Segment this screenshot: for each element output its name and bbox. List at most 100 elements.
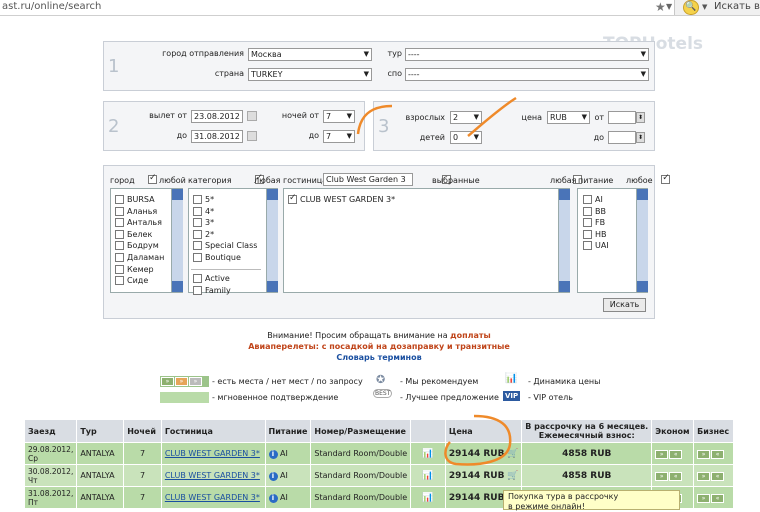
meal-item[interactable]: UAI xyxy=(583,240,609,252)
city-any-checkbox[interactable] xyxy=(148,173,157,184)
category-item[interactable]: 3* xyxy=(193,217,257,229)
city-item[interactable]: Анталья xyxy=(115,217,164,229)
hotel-list-scrollbar[interactable] xyxy=(558,189,570,292)
category-item[interactable]: 4* xyxy=(193,206,257,218)
category-item[interactable]: Special Class xyxy=(193,240,257,252)
tour-select[interactable]: ---- ▼ xyxy=(405,48,649,61)
econom-arrow-icon[interactable]: » xyxy=(655,471,669,481)
city-item[interactable]: Кемер xyxy=(115,264,164,276)
econom-arrow-icon[interactable]: » xyxy=(655,449,669,459)
hotel-link[interactable]: CLUB WEST GARDEN 3* xyxy=(165,493,260,502)
surcharges-link[interactable]: доплаты xyxy=(450,331,491,340)
econom-back-icon[interactable]: « xyxy=(669,471,683,481)
col-nights[interactable]: Ночей xyxy=(123,419,162,443)
business-back-icon[interactable]: « xyxy=(711,449,725,459)
cart-icon[interactable]: 🛒 xyxy=(507,471,518,481)
meal-list-scrollbar[interactable] xyxy=(636,189,648,292)
search-button[interactable]: Искать xyxy=(603,298,646,312)
city-item[interactable]: BURSA xyxy=(115,194,164,206)
business-back-icon[interactable]: « xyxy=(711,493,725,503)
city-list-scrollbar[interactable] xyxy=(171,189,183,292)
address-bar[interactable]: ast.ru/online/search xyxy=(0,0,675,15)
city-checkbox[interactable] xyxy=(115,206,124,216)
category-checkbox[interactable] xyxy=(193,206,202,216)
hotel-search-input[interactable]: Club West Garden 3 xyxy=(323,173,413,186)
business-arrow-icon[interactable]: » xyxy=(697,471,711,481)
col-hotel[interactable]: Гостиница xyxy=(160,419,266,443)
city-checkbox[interactable] xyxy=(115,264,124,274)
price-chart-icon[interactable]: 📊 xyxy=(422,449,433,459)
currency-select[interactable]: RUB ▼ xyxy=(547,111,590,124)
flights-link[interactable]: Авиаперелеты: с посадкой на дозаправку и… xyxy=(248,342,510,351)
calendar-icon[interactable] xyxy=(247,131,257,141)
departure-to-input[interactable]: 31.08.2012 xyxy=(191,130,243,143)
category-checkbox[interactable] xyxy=(193,252,202,262)
meal-checkbox[interactable] xyxy=(583,229,592,239)
meal-item[interactable]: BB xyxy=(583,206,609,218)
category-extra-checkbox[interactable] xyxy=(193,285,202,295)
spo-select[interactable]: ---- ▼ xyxy=(405,68,649,81)
info-icon[interactable]: i xyxy=(268,471,278,481)
info-icon[interactable]: i xyxy=(268,449,278,459)
price-to-stepper[interactable]: ⬍ xyxy=(636,132,645,143)
meal-checkbox[interactable] xyxy=(583,241,592,251)
meal-checkbox[interactable] xyxy=(583,206,592,216)
city-item[interactable]: Даламан xyxy=(115,252,164,264)
city-checkbox[interactable] xyxy=(115,218,124,228)
meal-checkbox[interactable] xyxy=(583,218,592,228)
meal-checkbox[interactable] xyxy=(583,195,592,204)
city-item[interactable]: Аланья xyxy=(115,206,164,218)
hotel-link[interactable]: CLUB WEST GARDEN 3* xyxy=(165,449,260,458)
col-room[interactable]: Номер/Размещение xyxy=(310,419,412,443)
city-checkbox[interactable] xyxy=(115,195,124,204)
business-arrow-icon[interactable]: » xyxy=(697,449,711,459)
city-checkbox[interactable] xyxy=(115,229,124,239)
calendar-icon[interactable] xyxy=(247,111,257,121)
country-select[interactable]: TURKEY ▼ xyxy=(248,68,372,81)
econom-back-icon[interactable]: « xyxy=(669,449,683,459)
meal-any-checkbox[interactable] xyxy=(661,173,671,184)
category-extra-checkbox[interactable] xyxy=(193,274,202,283)
category-checkbox[interactable] xyxy=(193,241,202,251)
glossary-link[interactable]: Словарь терминов xyxy=(336,353,421,362)
search-engine-icon[interactable]: 🔍 xyxy=(683,0,699,15)
meal-item[interactable]: AI xyxy=(583,194,609,206)
category-item[interactable]: 2* xyxy=(193,229,257,241)
category-extra-item[interactable]: Family xyxy=(193,285,231,297)
hotel-checkbox[interactable] xyxy=(288,193,297,204)
meal-item[interactable]: HB xyxy=(583,229,609,241)
meal-item[interactable]: FB xyxy=(583,217,609,229)
history-dropdown-icon[interactable]: ▼ xyxy=(666,2,672,11)
city-checkbox[interactable] xyxy=(115,241,124,251)
price-from-stepper[interactable]: ⬍ xyxy=(636,112,645,123)
bookmark-star-icon[interactable]: ★ xyxy=(655,0,666,14)
price-from-input[interactable] xyxy=(608,111,636,124)
col-meal[interactable]: Питание xyxy=(264,419,312,443)
col-date[interactable]: Заезд xyxy=(23,419,78,443)
search-engine-dropdown-icon[interactable]: ▼ xyxy=(702,3,707,11)
info-icon[interactable]: i xyxy=(268,493,278,503)
category-list-scrollbar[interactable] xyxy=(266,189,278,292)
business-back-icon[interactable]: « xyxy=(711,471,725,481)
hotel-item[interactable]: CLUB WEST GARDEN 3* xyxy=(288,193,395,206)
price-to-input[interactable] xyxy=(608,131,636,144)
category-item[interactable]: 5* xyxy=(193,194,257,206)
city-item[interactable]: Белек xyxy=(115,229,164,241)
hotel-link[interactable]: CLUB WEST GARDEN 3* xyxy=(165,471,260,480)
category-checkbox[interactable] xyxy=(193,195,202,204)
city-item[interactable]: Сиде xyxy=(115,275,164,287)
business-arrow-icon[interactable]: » xyxy=(697,493,711,503)
departure-from-input[interactable]: 23.08.2012 xyxy=(191,110,243,123)
city-checkbox[interactable] xyxy=(115,276,124,286)
price-chart-icon[interactable]: 📊 xyxy=(422,471,433,481)
category-item[interactable]: Boutique xyxy=(193,252,257,264)
col-tour[interactable]: Тур xyxy=(76,419,125,443)
browser-search-input[interactable]: Искать в xyxy=(714,1,760,12)
price-chart-icon[interactable]: 📊 xyxy=(422,493,433,503)
category-extra-item[interactable]: Active xyxy=(193,273,231,285)
departure-city-select[interactable]: Москва ▼ xyxy=(248,48,372,61)
category-checkbox[interactable] xyxy=(193,229,202,239)
city-item[interactable]: Бодрум xyxy=(115,240,164,252)
city-checkbox[interactable] xyxy=(115,252,124,262)
category-checkbox[interactable] xyxy=(193,218,202,228)
